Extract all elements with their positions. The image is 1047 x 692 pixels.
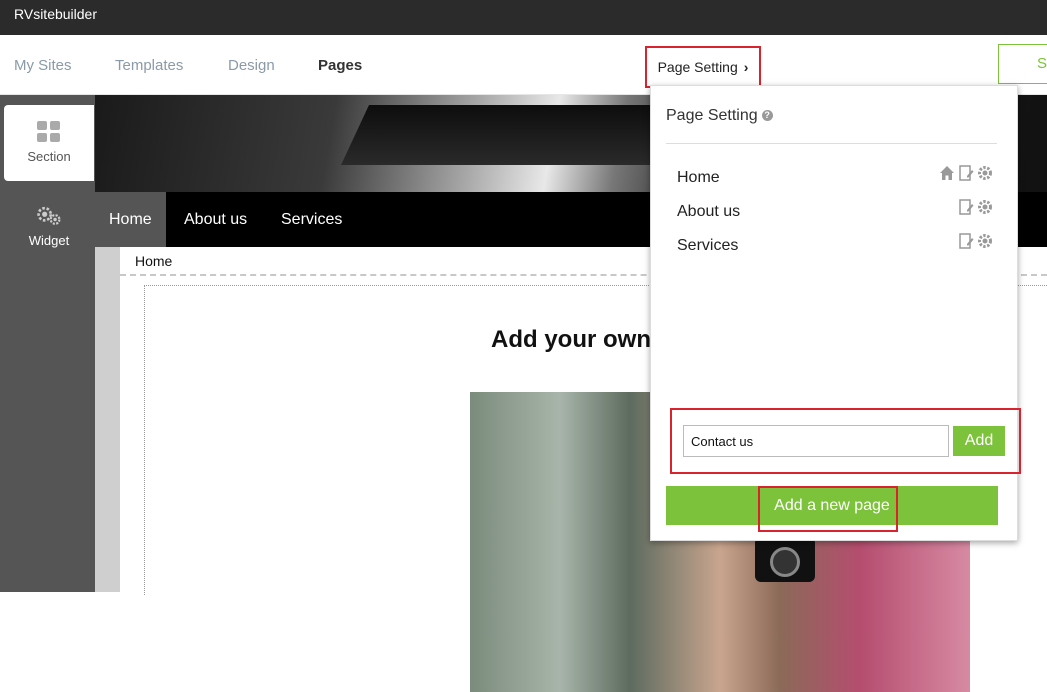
sidebar-item-label: Section [27,149,71,164]
help-icon[interactable]: ? [761,110,773,121]
chevron-right-icon: › [743,59,749,75]
edit-icon[interactable] [958,165,974,181]
breadcrumb: Home [135,253,173,269]
page-row-services[interactable]: Services [677,233,997,259]
add-new-page-highlight [758,486,898,532]
panel-divider [666,143,997,144]
page-row-about-us[interactable]: About us [677,199,997,225]
sidebar-item-label: Widget [28,233,70,248]
left-sidebar: Section Widget [0,95,95,592]
gear-icon[interactable] [977,233,993,249]
home-icon[interactable] [939,165,955,181]
new-page-form: Add [670,408,1021,474]
page-setting-label: Page Setting [657,59,738,75]
gear-icon[interactable] [977,199,993,215]
site-menu-about-us[interactable]: About us [170,192,261,247]
site-menu-services[interactable]: Services [267,192,356,247]
add-page-button[interactable]: Add [953,426,1005,456]
gears-icon [37,206,61,225]
grid-icon [37,121,60,142]
site-menu-home[interactable]: Home [95,192,166,247]
page-headline[interactable]: Add your own [491,326,651,354]
page-setting-button[interactable]: Page Setting › [645,46,761,88]
gear-icon[interactable] [977,165,993,181]
sidebar-item-section[interactable]: Section [4,105,94,181]
top-bar: RVsitebuilder [0,0,1047,35]
page-row-label: Home [677,169,720,186]
app-title: RVsitebuilder [14,6,98,22]
new-page-name-input[interactable] [683,425,949,457]
nav-pages[interactable]: Pages [318,57,362,74]
panel-title: Page Setting? [666,107,773,125]
page-row-home[interactable]: Home [677,165,997,191]
panel-title-text: Page Setting [666,107,758,124]
page-row-label: Services [677,237,739,254]
save-button[interactable]: S [998,44,1047,84]
edit-icon[interactable] [958,199,974,215]
edit-icon[interactable] [958,233,974,249]
page-row-label: About us [677,203,741,220]
sidebar-item-widget[interactable]: Widget [4,191,94,267]
nav-my-sites[interactable]: My Sites [14,57,72,74]
nav-templates[interactable]: Templates [115,57,183,74]
nav-design[interactable]: Design [228,57,275,74]
